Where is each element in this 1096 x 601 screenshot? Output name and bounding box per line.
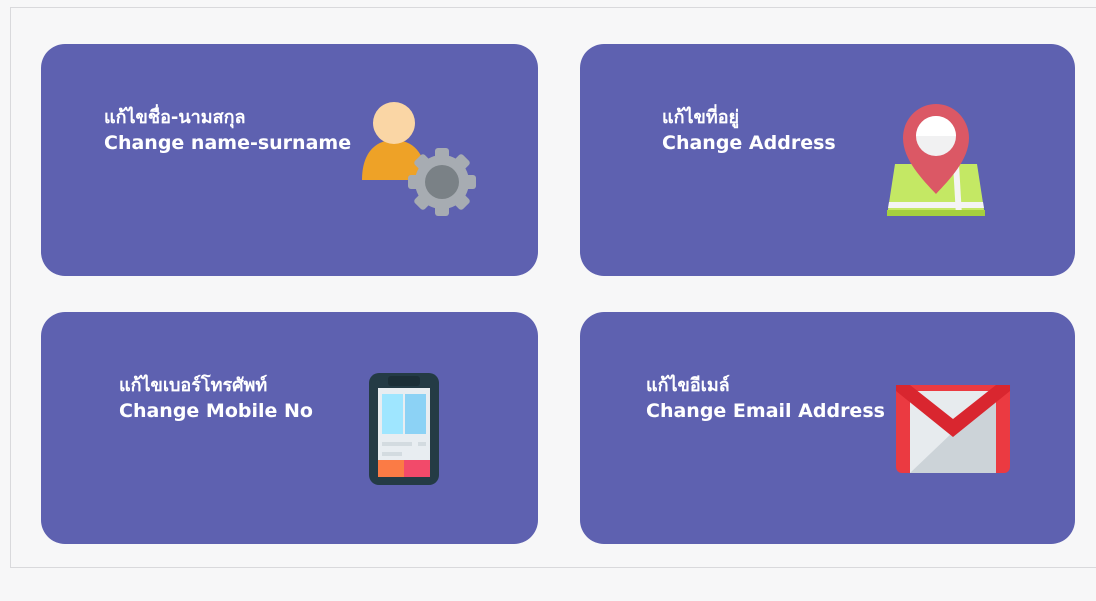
email-icon bbox=[896, 385, 1010, 473]
change-name-card[interactable]: แก้ไขชื่อ-นามสกุล Change name-surname bbox=[41, 44, 538, 276]
change-mobile-thai-text: แก้ไขเบอร์โทรศัพท์ bbox=[119, 375, 268, 396]
change-email-label: แก้ไขอีเมล์ Change Email Address bbox=[646, 374, 885, 424]
change-address-label: แก้ไขที่อยู่ Change Address bbox=[662, 106, 836, 156]
user-settings-icon bbox=[362, 102, 476, 216]
change-address-english-text: Change Address bbox=[662, 132, 836, 154]
change-mobile-english-text: Change Mobile No bbox=[119, 400, 313, 422]
change-email-english-text: Change Email Address bbox=[646, 400, 885, 422]
change-address-card[interactable]: แก้ไขที่อยู่ Change Address bbox=[580, 44, 1075, 276]
change-mobile-label: แก้ไขเบอร์โทรศัพท์ Change Mobile No bbox=[119, 374, 313, 424]
change-name-english-text: Change name-surname bbox=[104, 132, 352, 154]
change-email-thai-text: แก้ไขอีเมล์ bbox=[646, 375, 730, 396]
map-pin-icon bbox=[887, 104, 985, 216]
mobile-phone-icon bbox=[369, 373, 439, 485]
change-email-card[interactable]: แก้ไขอีเมล์ Change Email Address bbox=[580, 312, 1075, 544]
change-address-thai-text: แก้ไขที่อยู่ bbox=[662, 107, 740, 128]
change-mobile-card[interactable]: แก้ไขเบอร์โทรศัพท์ Change Mobile No bbox=[41, 312, 538, 544]
change-name-label: แก้ไขชื่อ-นามสกุล Change name-surname bbox=[104, 106, 351, 156]
change-name-thai-text: แก้ไขชื่อ-นามสกุล bbox=[104, 107, 246, 128]
